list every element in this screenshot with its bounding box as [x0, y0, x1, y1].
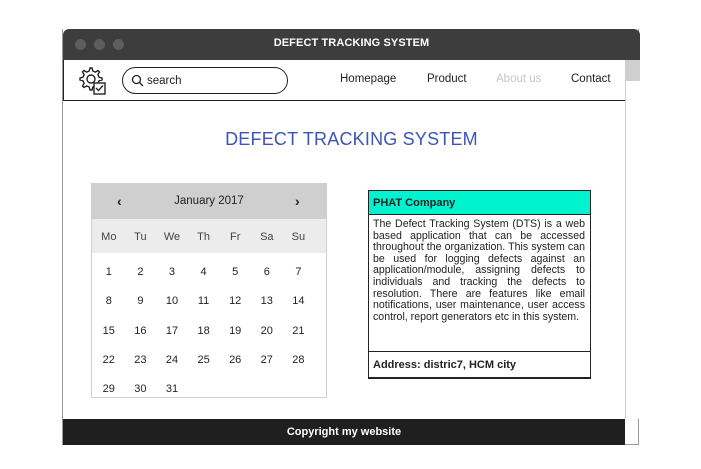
calendar-day[interactable]: 25 [188, 354, 220, 366]
footer-copyright: Copyright my website [286, 426, 402, 438]
weekday-label: Mo [101, 231, 117, 243]
calendar-day[interactable]: 13 [251, 295, 283, 307]
calendar-day[interactable]: 20 [251, 325, 283, 337]
calendar-day[interactable]: 27 [251, 354, 283, 366]
calendar-day[interactable]: 23 [125, 354, 157, 366]
next-month-button[interactable]: › [295, 193, 300, 209]
search-input[interactable] [147, 72, 277, 89]
weekday-label: Tu [134, 231, 147, 243]
calendar-month-label: January 2017 [174, 195, 244, 207]
gear-settings-icon[interactable] [74, 65, 110, 97]
address-box: Address: distric7, HCM city [368, 351, 591, 378]
calendar-day[interactable]: 31 [156, 383, 188, 395]
company-description[interactable]: The Defect Tracking System (DTS) is a we… [373, 218, 585, 323]
calendar-day[interactable]: 2 [125, 266, 157, 278]
nav-link-homepage[interactable]: Homepage [340, 73, 396, 85]
calendar-day[interactable]: 24 [156, 354, 188, 366]
weekday-label: Sa [260, 231, 274, 243]
calendar-day[interactable]: 9 [125, 295, 157, 307]
calendar-day[interactable]: 18 [188, 325, 220, 337]
calendar-day[interactable]: 3 [156, 266, 188, 278]
calendar-day[interactable]: 30 [125, 383, 157, 395]
weekday-label: Fr [229, 231, 241, 243]
calendar-day[interactable]: 7 [283, 266, 315, 278]
calendar-day[interactable]: 6 [251, 266, 283, 278]
calendar-day[interactable]: 16 [125, 325, 157, 337]
calendar-header: ‹ January 2017 › [92, 184, 326, 219]
page-title: DEFECT TRACKING SYSTEM [225, 129, 478, 149]
window-title: DEFECT TRACKING SYSTEM [273, 37, 430, 49]
search-icon [131, 74, 144, 87]
nav-link-contact[interactable]: Contact [571, 73, 611, 85]
calendar-day[interactable]: 14 [283, 295, 315, 307]
calendar-day[interactable]: 17 [156, 325, 188, 337]
calendar-day[interactable]: 26 [219, 354, 251, 366]
title-bar: DEFECT TRACKING SYSTEM [63, 29, 640, 60]
calendar-weekday-row: Mo Tu We Th Fr Sa Su [92, 219, 326, 253]
calendar-day[interactable]: 5 [219, 266, 251, 278]
weekday-label: Su [291, 231, 306, 243]
footer: Copyright my website [63, 419, 625, 445]
weekday-label: Th [197, 231, 211, 243]
calendar-day[interactable]: 8 [93, 295, 125, 307]
scrollbar-thumb[interactable] [626, 60, 640, 81]
calendar-day[interactable]: 29 [93, 383, 125, 395]
calendar-day[interactable]: 10 [156, 295, 188, 307]
calendar-day[interactable]: 28 [283, 354, 315, 366]
calendar-day[interactable]: 11 [188, 295, 220, 307]
browser-window: DEFECT TRACKING SYSTEM Homepage Product … [62, 29, 640, 445]
company-header: PHAT Company [369, 191, 590, 215]
nav-link-product[interactable]: Product [427, 73, 467, 85]
calendar-widget: ‹ January 2017 › Mo Tu We Th Fr Sa Su 1 … [91, 183, 327, 398]
weekday-label: We [163, 231, 181, 243]
company-address: Address: distric7, HCM city [373, 359, 517, 371]
nav-link-about-us[interactable]: About us [496, 73, 541, 85]
vertical-scrollbar[interactable] [625, 60, 640, 419]
calendar-day[interactable]: 12 [219, 295, 251, 307]
company-name: PHAT Company [373, 197, 456, 209]
calendar-day[interactable]: 21 [283, 325, 315, 337]
calendar-day[interactable]: 15 [93, 325, 125, 337]
calendar-day[interactable]: 22 [93, 354, 125, 366]
search-box[interactable] [122, 67, 288, 94]
calendar-day[interactable]: 19 [219, 325, 251, 337]
calendar-day[interactable]: 1 [93, 266, 125, 278]
calendar-day[interactable]: 4 [188, 266, 220, 278]
navbar: Homepage Product About us Contact [63, 60, 625, 101]
